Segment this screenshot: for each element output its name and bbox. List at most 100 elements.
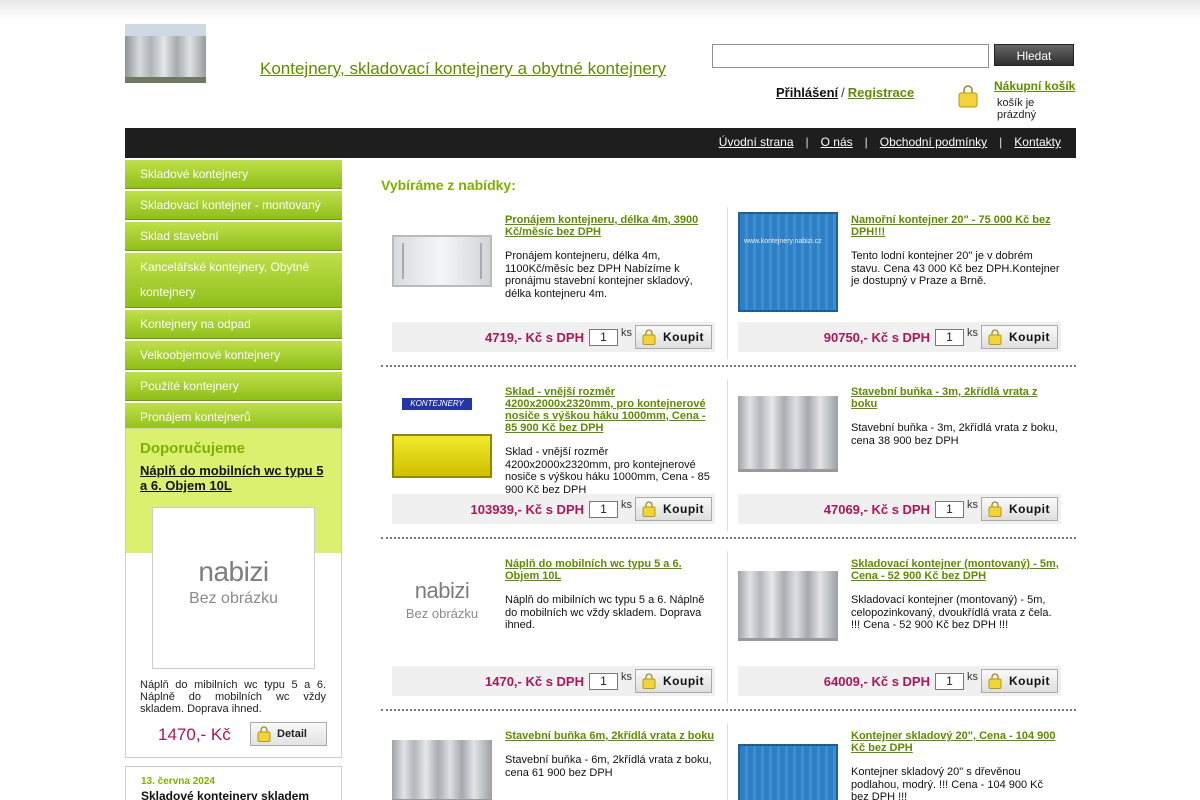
product-name-link[interactable]: Namořní kontejner 20" - 75 000 Kč bez DP…: [851, 214, 1061, 238]
product-card: Kontejner skladový 20", Cena - 104 900 K…: [738, 722, 1061, 800]
quantity-unit: ks: [967, 671, 978, 683]
sidebar-item-construction-storage[interactable]: Sklad stavební: [125, 222, 342, 251]
nav-contacts[interactable]: Kontakty: [1014, 135, 1061, 149]
shopping-bag-icon: [988, 329, 1002, 345]
register-link[interactable]: Registrace: [848, 85, 914, 100]
page-wrapper: Kontejnery, skladovací kontejnery a obyt…: [125, 0, 1076, 800]
product-buy-bar: 64009,- Kč s DPH 1 ks Koupit: [738, 666, 1061, 696]
product-name-link[interactable]: Stavební buňka - 3m, 2křídlá vrata z bok…: [851, 386, 1061, 410]
product-description: Náplň do mibilních wc typu 5 a 6. Náplně…: [505, 594, 705, 631]
buy-button[interactable]: Koupit: [981, 669, 1058, 693]
quantity-unit: ks: [621, 671, 632, 683]
recommended-description: Náplň do mibilních wc typu 5 a 6. Náplně…: [140, 679, 326, 715]
product-name-link[interactable]: Kontejner skladový 20", Cena - 104 900 K…: [851, 730, 1061, 754]
sidebar-item-waste-containers[interactable]: Kontejnery na odpad: [125, 310, 342, 339]
product-name-link[interactable]: Skladovací kontejner (montovaný) - 5m, C…: [851, 558, 1061, 582]
account-links: Přihlášení / Registrace: [776, 85, 914, 100]
product-buy-bar: 4719,- Kč s DPH 1 ks Koupit: [392, 322, 715, 352]
product-name-link[interactable]: Stavební buňka 6m, 2křídlá vrata z boku: [505, 730, 715, 742]
buy-button-label: Koupit: [663, 674, 704, 688]
column-divider: [727, 551, 728, 703]
quantity-unit: ks: [967, 499, 978, 511]
nav-home[interactable]: Úvodní strana: [719, 135, 794, 149]
product-card: Pronájem kontejneru, délka 4m, 3900 Kč/m…: [392, 206, 715, 366]
product-image[interactable]: KONTEJNERY: [392, 398, 492, 478]
shopping-bag-icon: [642, 673, 656, 689]
product-card: Stavební buňka 6m, 2křídlá vrata z boku …: [392, 722, 715, 800]
sidebar-item-assembled-container[interactable]: Skladovací kontejner - montovaný: [125, 191, 342, 220]
buy-button[interactable]: Koupit: [635, 325, 712, 349]
search-button[interactable]: Hledat: [994, 44, 1074, 66]
account-separator: /: [841, 85, 845, 100]
search-input[interactable]: [712, 44, 989, 68]
product-name-link[interactable]: Pronájem kontejneru, délka 4m, 3900 Kč/m…: [505, 214, 715, 238]
product-image[interactable]: [392, 740, 492, 800]
sidebar-item-storage-containers[interactable]: Skladové kontejnery: [125, 160, 342, 189]
recommended-product-image[interactable]: nabizi Bez obrázku: [152, 507, 315, 669]
buy-button[interactable]: Koupit: [635, 497, 712, 521]
login-link[interactable]: Přihlášení: [776, 85, 838, 100]
no-image-text: Bez obrázku: [405, 606, 479, 621]
news-title-link[interactable]: Skladové kontejnery skladem: [141, 789, 309, 800]
buy-button[interactable]: Koupit: [635, 669, 712, 693]
column-divider: [727, 207, 728, 359]
sidebar-item-used-containers[interactable]: Použité kontejnery: [125, 372, 342, 401]
shopping-bag-icon[interactable]: [958, 84, 978, 108]
product-price: 103939,- Kč s DPH: [470, 502, 584, 517]
buy-button-label: Koupit: [1009, 674, 1050, 688]
product-buy-bar: 103939,- Kč s DPH 1 ks Koupit: [392, 494, 715, 524]
site-title-link[interactable]: Kontejnery, skladovací kontejnery a obyt…: [260, 59, 666, 79]
buy-button-label: Koupit: [1009, 502, 1050, 516]
product-card: Stavební buňka - 3m, 2křídlá vrata z bok…: [738, 378, 1061, 538]
product-image[interactable]: [738, 744, 838, 800]
product-description: Stavební buňka - 6m, 2křídlá vrata z bok…: [505, 754, 712, 779]
nav-separator: |: [999, 135, 1003, 149]
cart-status: košík je prázdný: [997, 97, 1037, 121]
product-name-link[interactable]: Náplň do mobilních wc typu 5 a 6. Objem …: [505, 558, 715, 582]
product-image[interactable]: [738, 571, 838, 641]
product-description: Sklad - vnější rozměr 4200x2000x2320mm, …: [505, 446, 710, 496]
recommended-product-link[interactable]: Náplň do mobilních wc typu 5 a 6. Objem …: [140, 463, 330, 493]
shopping-bag-icon: [988, 501, 1002, 517]
shopping-bag-icon: [988, 673, 1002, 689]
main-heading: Vybíráme z nabídky:: [381, 177, 516, 193]
product-image[interactable]: [738, 396, 838, 472]
recommended-box: Doporučujeme Náplň do mobilních wc typu …: [125, 428, 342, 758]
product-description: Pronájem kontejneru, délka 4m, 1100Kč/mě…: [505, 250, 693, 300]
nav-about[interactable]: O nás: [821, 135, 853, 149]
buy-button-label: Koupit: [663, 330, 704, 344]
nav-terms[interactable]: Obchodní podmínky: [880, 135, 987, 149]
no-image-text: Bez obrázku: [189, 590, 278, 607]
sidebar-item-large-containers[interactable]: Velkoobjemové kontejnery: [125, 341, 342, 370]
buy-button[interactable]: Koupit: [981, 325, 1058, 349]
quantity-input[interactable]: 1: [589, 501, 618, 518]
quantity-input[interactable]: 1: [935, 329, 964, 346]
sidebar-menu: Skladové kontejnery Skladovací kontejner…: [125, 160, 342, 434]
site-logo[interactable]: [125, 24, 206, 83]
detail-button[interactable]: Detail: [250, 722, 327, 746]
sidebar-item-office-containers[interactable]: Kancelářské kontejnery, Obytné kontejner…: [125, 253, 342, 308]
product-name-link[interactable]: Sklad - vnější rozměr 4200x2000x2320mm, …: [505, 386, 715, 434]
recommended-title: Doporučujeme: [140, 440, 246, 457]
image-caption: www.kontejnery.nabizi.cz: [744, 238, 822, 245]
detail-button-label: Detail: [277, 728, 307, 740]
quantity-input[interactable]: 1: [589, 673, 618, 690]
product-price: 47069,- Kč s DPH: [823, 502, 930, 517]
cart-link[interactable]: Nákupní košík: [994, 79, 1075, 93]
top-navigation: Úvodní strana | O nás | Obchodní podmínky | Ko…: [125, 128, 1076, 158]
no-image-logo: nabizi: [414, 578, 470, 603]
nav-separator: |: [805, 135, 809, 149]
product-image[interactable]: nabizi Bez obrázku: [392, 556, 492, 656]
product-price: 1470,- Kč s DPH: [485, 674, 584, 689]
product-description: Tento lodní kontejner 20" je v dobrém st…: [851, 250, 1060, 287]
quantity-input[interactable]: 1: [935, 501, 964, 518]
product-card: nabizi Bez obrázku Náplň do mobilních wc…: [392, 550, 715, 710]
buy-button[interactable]: Koupit: [981, 497, 1058, 521]
product-image[interactable]: www.kontejnery.nabizi.cz: [738, 212, 838, 312]
news-date: 13. června 2024: [141, 776, 215, 787]
product-image[interactable]: [392, 235, 492, 287]
no-image-logo: nabizi: [198, 556, 269, 587]
quantity-input[interactable]: 1: [589, 329, 618, 346]
quantity-input[interactable]: 1: [935, 673, 964, 690]
product-description: Stavební buňka - 3m, 2křídlá vrata z bok…: [851, 422, 1058, 447]
